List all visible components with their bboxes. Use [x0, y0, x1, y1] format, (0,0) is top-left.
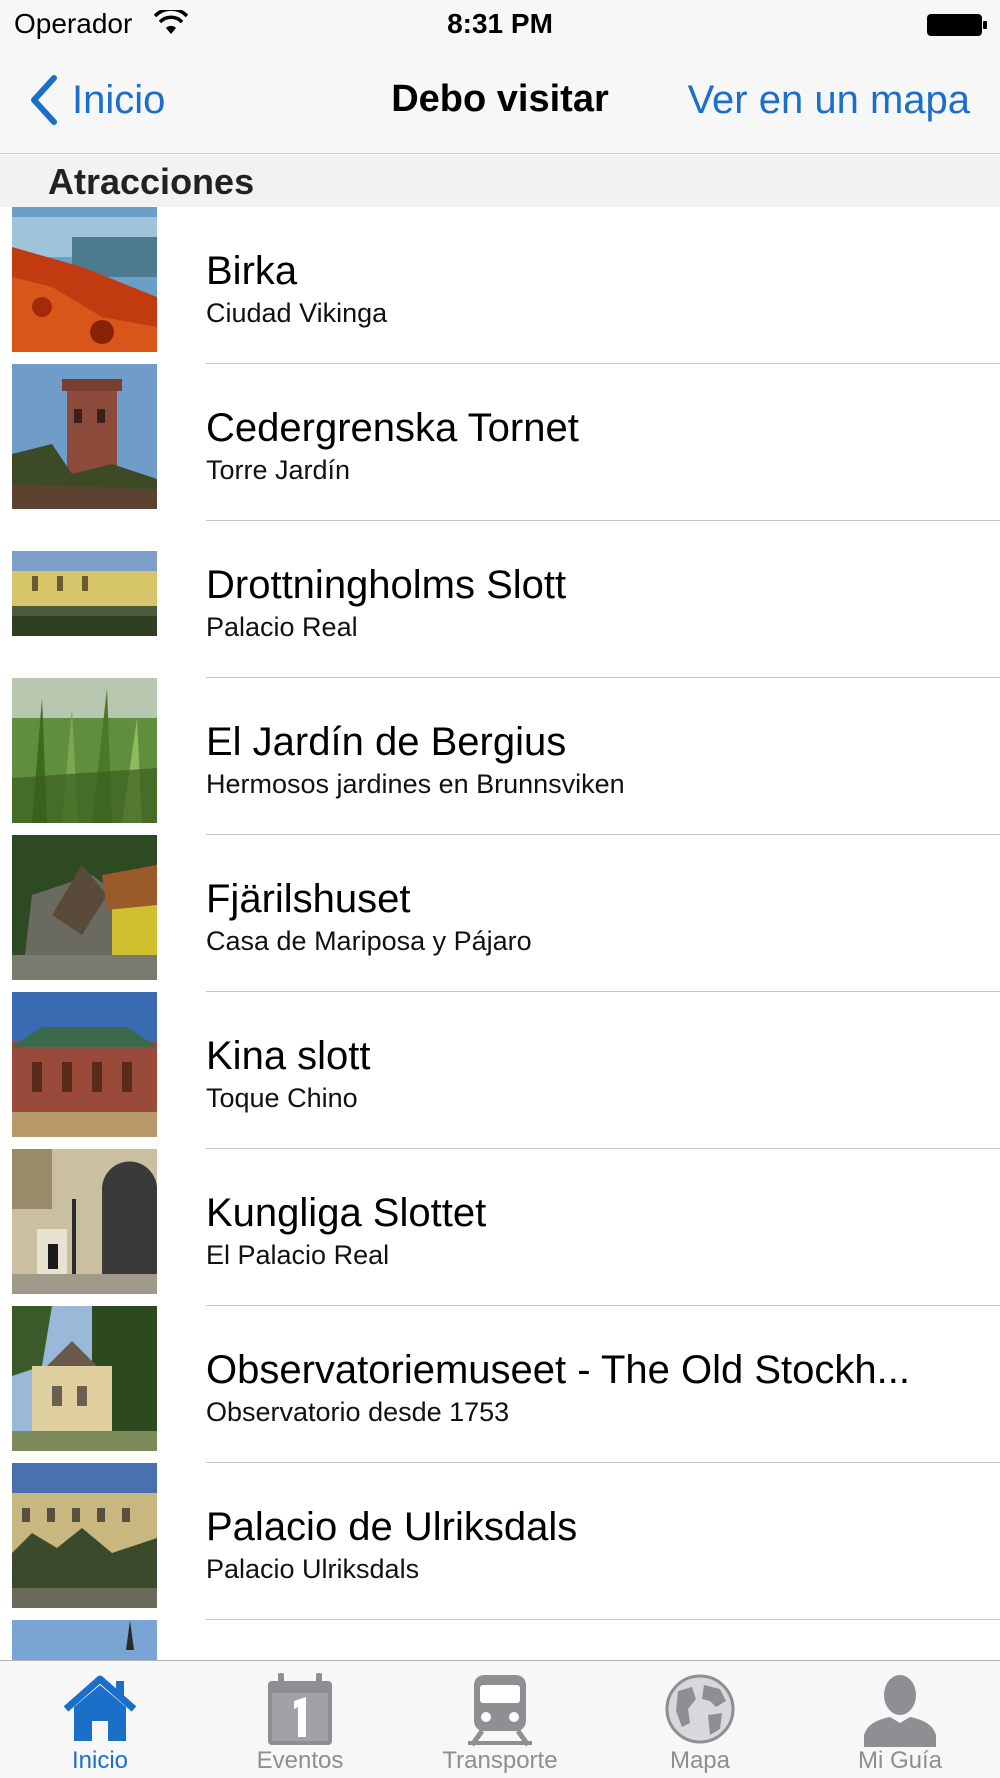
tab-label: Mi Guía [857, 1747, 943, 1774]
thumbnail-image [12, 1463, 157, 1608]
page-title: Debo visitar [391, 78, 609, 120]
section-header: Atracciones [0, 155, 1000, 207]
item-title: Drottningholms Slott [206, 563, 567, 607]
item-subtitle: El Palacio Real [206, 1240, 390, 1270]
tab-bar: Inicio Eventos Transporte Mapa Mi Guía [0, 1660, 1000, 1778]
item-title: Observatoriemuseet - The Old Stockh... [206, 1348, 911, 1392]
thumbnail-image [12, 1149, 157, 1294]
item-subtitle: Palacio Real [206, 612, 358, 642]
item-subtitle: Observatorio desde 1753 [206, 1397, 510, 1427]
item-subtitle: Palacio Ulriksdals [206, 1554, 420, 1584]
home-icon [63, 1675, 137, 1741]
item-title: Kungliga Slottet [206, 1191, 487, 1235]
item-title: Fjärilshuset [206, 877, 411, 921]
tab-map[interactable]: Mapa [600, 1661, 800, 1778]
view-on-map-button[interactable]: Ver en un mapa [688, 78, 970, 123]
tab-transport[interactable]: Transporte [400, 1661, 600, 1778]
list-item[interactable]: Fjärilshuset Casa de Mariposa y Pájaro [0, 835, 1000, 992]
thumbnail-image [12, 1306, 157, 1451]
tab-label: Inicio [71, 1747, 129, 1774]
battery-icon [927, 14, 987, 36]
tab-home[interactable]: Inicio [0, 1661, 200, 1778]
item-title: Kina slott [206, 1034, 371, 1078]
section-title: Atracciones [48, 161, 255, 202]
tab-label: Mapa [669, 1747, 731, 1774]
tab-events[interactable]: Eventos [200, 1661, 400, 1778]
thumbnail-image [12, 207, 157, 352]
globe-icon [665, 1674, 735, 1744]
thumbnail-image [12, 364, 157, 509]
item-subtitle: Toque Chino [206, 1083, 358, 1113]
thumbnail-image [12, 835, 157, 980]
item-subtitle: Casa de Mariposa y Pájaro [206, 926, 532, 956]
back-button[interactable]: Inicio [28, 72, 165, 128]
tab-label: Eventos [256, 1747, 344, 1774]
list-item[interactable]: Birka Ciudad Vikinga [0, 207, 1000, 364]
list-item[interactable]: Kungliga Slottet El Palacio Real [0, 1149, 1000, 1306]
thumbnail-image [12, 678, 157, 823]
item-subtitle: Hermosos jardines en Brunnsviken [206, 769, 625, 799]
item-subtitle: Ciudad Vikinga [206, 298, 388, 328]
back-button-label: Inicio [72, 77, 166, 122]
list-item[interactable]: Palacio de Ulriksdals Palacio Ulriksdals [0, 1463, 1000, 1620]
person-icon [864, 1675, 936, 1747]
item-title: Cedergrenska Tornet [206, 406, 579, 450]
item-subtitle: Torre Jardín [206, 455, 351, 485]
attractions-list: Birka Ciudad Vikinga Cedergrenska Tornet… [0, 207, 1000, 1777]
thumbnail-image [12, 992, 157, 1137]
tab-my-guide[interactable]: Mi Guía [800, 1661, 1000, 1778]
status-bar: Operador 8:31 PM [0, 0, 1000, 48]
calendar-icon [268, 1673, 332, 1745]
list-item[interactable]: Kina slott Toque Chino [0, 992, 1000, 1149]
item-title: El Jardín de Bergius [206, 720, 567, 764]
thumbnail-image [12, 521, 157, 666]
list-item[interactable]: Cedergrenska Tornet Torre Jardín [0, 364, 1000, 521]
clock: 8:31 PM [447, 8, 553, 39]
list-item[interactable]: Observatoriemuseet - The Old Stockh... O… [0, 1306, 1000, 1463]
item-title: Palacio de Ulriksdals [206, 1505, 578, 1549]
list-item[interactable]: Drottningholms Slott Palacio Real [0, 521, 1000, 678]
list-item[interactable]: El Jardín de Bergius Hermosos jardines e… [0, 678, 1000, 835]
train-icon [468, 1675, 532, 1747]
screen: Operador 8:31 PM Inicio Debo visitar Ver… [0, 0, 1000, 1778]
item-title: Birka [206, 249, 298, 293]
navigation-bar: Inicio Debo visitar Ver en un mapa [0, 48, 1000, 154]
chevron-left-icon [31, 75, 57, 125]
tab-label: Transporte [442, 1747, 558, 1774]
